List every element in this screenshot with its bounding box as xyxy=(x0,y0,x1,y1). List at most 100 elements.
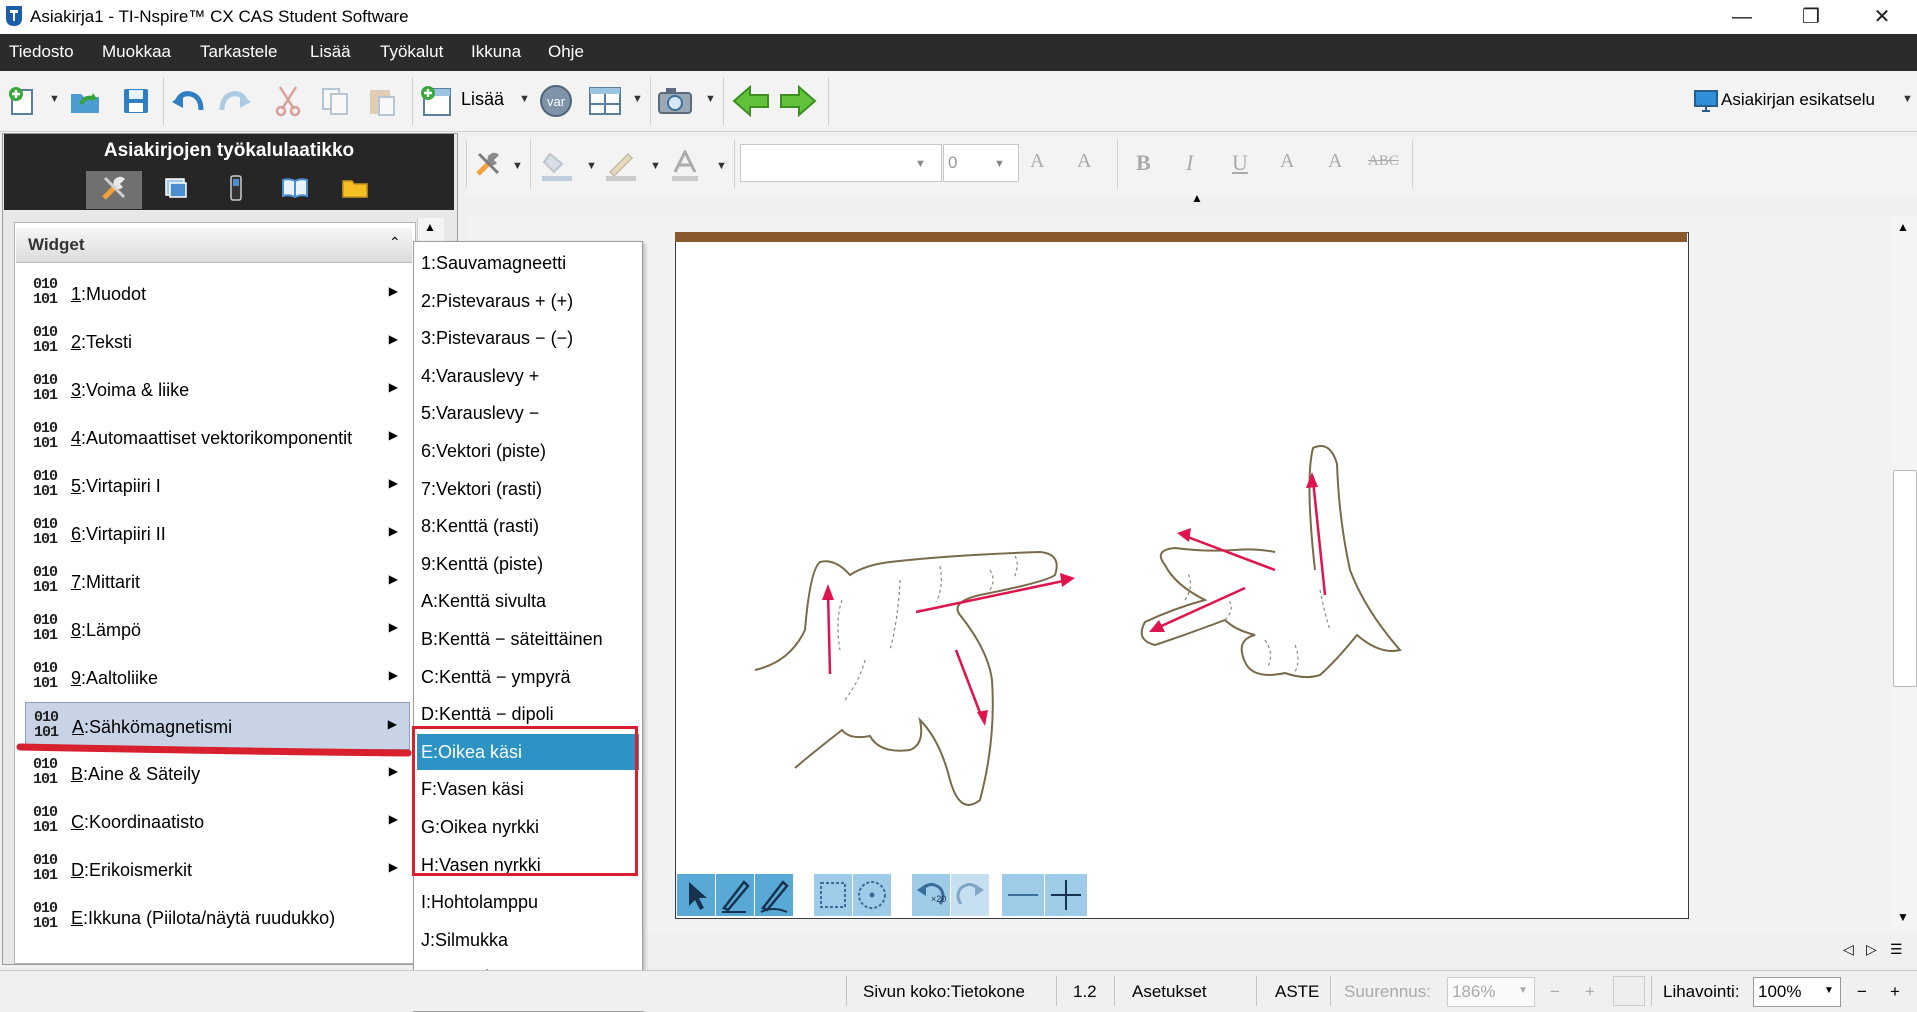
tools-dropdown-icon[interactable]: ▼ xyxy=(512,160,523,172)
widget-item-2[interactable]: 010 101 2:Teksti ▶ xyxy=(25,318,410,366)
tab-variables[interactable] xyxy=(148,171,204,209)
submenu-item-6[interactable]: 7:Vektori (rasti) xyxy=(417,471,639,507)
fit-page-icon[interactable] xyxy=(1613,976,1645,1006)
widget-item-e[interactable]: 010 101 E:Ikkuna (Piilota/näytä ruudukko) xyxy=(25,894,410,942)
page-next-icon[interactable]: ▷ xyxy=(1866,941,1877,958)
submenu-item-5[interactable]: 6:Vektori (piste) xyxy=(417,433,639,469)
menu-tiedosto[interactable]: Tiedosto xyxy=(9,42,74,62)
submenu-item-9[interactable]: A:Kenttä sivulta xyxy=(417,583,639,619)
variable-icon[interactable]: var xyxy=(536,81,576,121)
open-icon[interactable] xyxy=(66,81,106,121)
redo-icon[interactable] xyxy=(215,81,255,121)
highlighter-tool[interactable] xyxy=(755,874,793,916)
camera-icon[interactable] xyxy=(655,81,695,121)
widget-item-5[interactable]: 010 101 5:Virtapiiri I ▶ xyxy=(25,462,410,510)
pan-out-button[interactable]: − xyxy=(1857,982,1867,1002)
scroll-up-icon[interactable]: ▲ xyxy=(424,220,436,234)
document-preview-label[interactable]: Asiakirjan esikatselu xyxy=(1721,90,1875,110)
cut-icon[interactable] xyxy=(268,81,308,121)
submenu-item-17[interactable]: I:Hohtolamppu xyxy=(417,884,639,920)
widget-item-8[interactable]: 010 101 8:Lämpö ▶ xyxy=(25,606,410,654)
submenu-item-0[interactable]: 1:Sauvamagneetti xyxy=(417,245,639,281)
angle-mode[interactable]: ASTE xyxy=(1275,982,1319,1002)
pan-in-button[interactable]: + xyxy=(1890,982,1900,1002)
collapse-icon[interactable]: ⌃ xyxy=(389,234,401,251)
superscript-button[interactable]: A xyxy=(1280,150,1294,173)
copy-icon[interactable] xyxy=(315,81,355,121)
redo-x20-tool[interactable] xyxy=(951,874,989,916)
tools-menu-icon[interactable] xyxy=(474,150,504,185)
page-list-icon[interactable]: ☰ xyxy=(1890,941,1903,958)
camera-dropdown-icon[interactable]: ▼ xyxy=(705,93,716,105)
tab-tools[interactable] xyxy=(86,171,142,209)
circle-select-tool[interactable] xyxy=(853,874,891,916)
toolbar-collapse-icon[interactable]: ▲ xyxy=(1191,191,1203,205)
previous-page-icon[interactable] xyxy=(731,81,771,121)
shrink-font-button[interactable]: A xyxy=(1077,150,1091,173)
restore-button[interactable]: ❐ xyxy=(1781,0,1841,34)
widget-item-9[interactable]: 010 101 9:Aaltoliike ▶ xyxy=(25,654,410,702)
submenu-item-1[interactable]: 2:Pistevaraus + (+) xyxy=(417,283,639,319)
tab-handheld[interactable] xyxy=(208,171,264,209)
new-dropdown-icon[interactable]: ▼ xyxy=(49,93,60,105)
font-family-select[interactable] xyxy=(740,144,942,182)
minus-tool[interactable] xyxy=(1002,874,1044,916)
menu-ikkuna[interactable]: Ikkuna xyxy=(471,42,521,62)
submenu-item-8[interactable]: 9:Kenttä (piste) xyxy=(417,546,639,582)
doc-scroll-thumb[interactable] xyxy=(1893,470,1917,687)
submenu-item-4[interactable]: 5:Varauslevy − xyxy=(417,395,639,431)
menu-tyokalut[interactable]: Työkalut xyxy=(380,42,443,62)
submenu-item-10[interactable]: B:Kenttä − säteittäinen xyxy=(417,621,639,657)
submenu-item-11[interactable]: C:Kenttä − ympyrä xyxy=(417,659,639,695)
zoom-out-button[interactable]: − xyxy=(1550,982,1560,1002)
settings-button[interactable]: Asetukset xyxy=(1132,982,1207,1002)
pen-tool[interactable] xyxy=(716,874,754,916)
zoom-in-button[interactable]: + xyxy=(1585,982,1595,1002)
italic-button[interactable]: I xyxy=(1186,150,1193,176)
fill-color-icon[interactable] xyxy=(540,150,574,187)
pointer-tool[interactable] xyxy=(677,874,715,916)
insert-page-icon[interactable] xyxy=(417,81,457,121)
save-icon[interactable] xyxy=(116,81,156,121)
widget-item-6[interactable]: 010 101 6:Virtapiiri II ▶ xyxy=(25,510,410,558)
widget-item-4[interactable]: 010 101 4:Automaattiset vektorikomponentit… xyxy=(25,414,410,462)
font-family-dropdown-icon[interactable]: ▼ xyxy=(915,158,926,170)
next-page-icon[interactable] xyxy=(778,81,818,121)
tab-library[interactable] xyxy=(267,171,323,209)
submenu-item-2[interactable]: 3:Pistevaraus − (−) xyxy=(417,320,639,356)
preview-dropdown-icon[interactable]: ▼ xyxy=(1902,93,1913,105)
tab-files[interactable] xyxy=(327,171,383,209)
doc-scroll-up-icon[interactable]: ▲ xyxy=(1897,220,1909,234)
new-document-icon[interactable] xyxy=(2,81,42,121)
page-layout-icon[interactable] xyxy=(585,81,625,121)
menu-muokkaa[interactable]: Muokkaa xyxy=(102,42,171,62)
font-size-dropdown-icon[interactable]: ▼ xyxy=(994,158,1005,170)
paste-icon[interactable] xyxy=(362,81,402,121)
widget-item-c[interactable]: 010 101 C:Koordinaatisto ▶ xyxy=(25,798,410,846)
subscript-button[interactable]: A xyxy=(1328,150,1342,173)
doc-scroll-down-icon[interactable]: ▼ xyxy=(1897,910,1909,924)
plus-tool[interactable] xyxy=(1045,874,1087,916)
rect-select-tool[interactable] xyxy=(814,874,852,916)
fill-dropdown-icon[interactable]: ▼ xyxy=(586,160,597,172)
insert-dropdown-icon[interactable]: ▼ xyxy=(519,93,530,105)
undo-x20-tool[interactable]: ×20 xyxy=(912,874,950,916)
pan-dropdown-icon[interactable]: ▼ xyxy=(1824,985,1834,996)
submenu-item-3[interactable]: 4:Varauslevy + xyxy=(417,358,639,394)
page-size-label[interactable]: Sivun koko:Tietokone xyxy=(863,982,1025,1002)
grow-font-button[interactable]: A xyxy=(1030,150,1044,173)
text-color-icon[interactable] xyxy=(670,148,700,187)
zoom-dropdown-icon[interactable]: ▼ xyxy=(1518,985,1528,996)
widget-item-d[interactable]: 010 101 D:Erikoismerkit ▶ xyxy=(25,846,410,894)
widget-item-3[interactable]: 010 101 3:Voima & liike ▶ xyxy=(25,366,410,414)
minimize-button[interactable]: — xyxy=(1712,0,1772,34)
text-color-dropdown-icon[interactable]: ▼ xyxy=(716,160,727,172)
underline-button[interactable]: U xyxy=(1232,150,1248,176)
layout-dropdown-icon[interactable]: ▼ xyxy=(632,93,643,105)
submenu-item-7[interactable]: 8:Kenttä (rasti) xyxy=(417,508,639,544)
strikethrough-button[interactable]: ABC xyxy=(1368,153,1399,170)
bold-button[interactable]: B xyxy=(1136,150,1151,176)
insert-label[interactable]: Lisää xyxy=(461,89,504,110)
widget-item-7[interactable]: 010 101 7:Mittarit ▶ xyxy=(25,558,410,606)
undo-icon[interactable] xyxy=(168,81,208,121)
